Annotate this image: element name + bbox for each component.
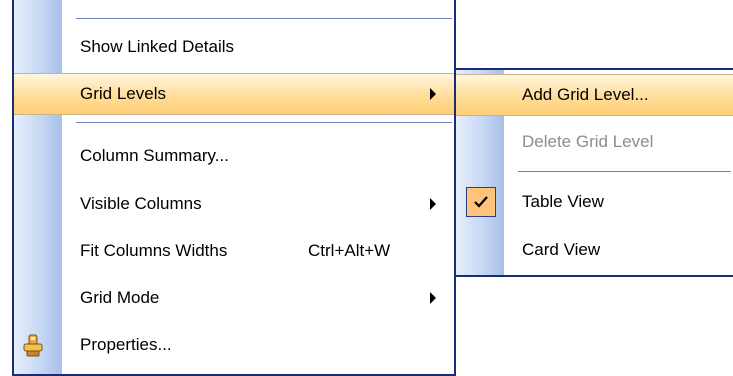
menu-item-visible-columns[interactable]: Visible Columns bbox=[14, 185, 454, 223]
menu-item-shortcut: Ctrl+Alt+W bbox=[308, 241, 391, 260]
menu-item-table-view[interactable]: Table View bbox=[456, 183, 733, 221]
menu-item-label: Column Summary... bbox=[80, 146, 229, 165]
submenu-arrow-icon bbox=[430, 292, 436, 304]
context-menu: Show Linked Details Grid Levels Column S… bbox=[12, 0, 456, 376]
menu-item-show-linked-details[interactable]: Show Linked Details bbox=[14, 28, 454, 66]
menu-item-label: Properties... bbox=[80, 335, 172, 354]
submenu-arrow-icon bbox=[430, 198, 436, 210]
menu-item-card-view[interactable]: Card View bbox=[456, 231, 733, 269]
menu-item-label: Grid Mode bbox=[80, 288, 160, 307]
menu-item-label: Show Linked Details bbox=[80, 37, 235, 56]
menu-item-label: Card View bbox=[522, 240, 601, 259]
menu-item-grid-levels[interactable]: Grid Levels bbox=[14, 73, 454, 115]
properties-icon bbox=[20, 332, 46, 372]
checkmark-icon bbox=[466, 187, 496, 217]
grid-levels-submenu: Add Grid Level... Delete Grid Level Tabl… bbox=[454, 68, 733, 277]
menu-item-label: Fit Columns Widths bbox=[80, 241, 228, 260]
menu-item-fit-columns-widths[interactable]: Fit Columns Widths Ctrl+Alt+W bbox=[14, 232, 454, 270]
menu-item-add-grid-level[interactable]: Add Grid Level... bbox=[456, 74, 733, 116]
menu-item-delete-grid-level[interactable]: Delete Grid Level bbox=[456, 123, 733, 161]
menu-separator bbox=[76, 18, 452, 19]
menu-item-properties[interactable]: Properties... bbox=[14, 326, 454, 364]
submenu-arrow-icon bbox=[430, 88, 436, 100]
menu-separator bbox=[76, 122, 452, 123]
menu-item-label: Visible Columns bbox=[80, 194, 202, 213]
menu-item-label: Grid Levels bbox=[80, 84, 166, 103]
menu-separator bbox=[518, 171, 731, 172]
menu-item-grid-mode[interactable]: Grid Mode bbox=[14, 279, 454, 317]
menu-item-label: Add Grid Level... bbox=[522, 85, 649, 104]
menu-item-column-summary[interactable]: Column Summary... bbox=[14, 137, 454, 175]
menu-item-label: Delete Grid Level bbox=[522, 132, 654, 151]
menu-item-label: Table View bbox=[522, 192, 604, 211]
